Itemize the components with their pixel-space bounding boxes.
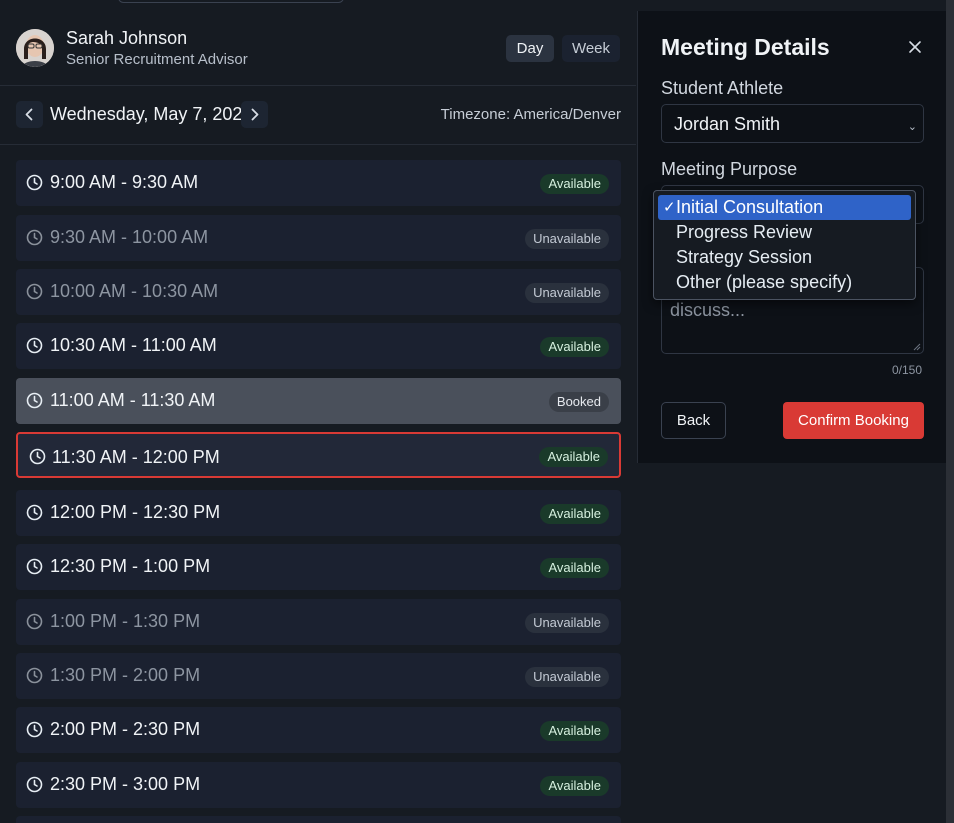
purpose-option[interactable]: Other (please specify) — [658, 270, 911, 295]
time-slot[interactable]: 2:30 PM - 3:00 PM Available — [16, 762, 621, 808]
time-slot: 10:00 AM - 10:30 AM Unavailable — [16, 269, 621, 315]
day-view-button[interactable]: Day — [506, 35, 554, 62]
status-badge: Unavailable — [525, 613, 609, 633]
status-badge: Available — [540, 337, 609, 357]
time-slot[interactable]: 12:00 PM - 12:30 PM Available — [16, 490, 621, 536]
status-badge: Unavailable — [525, 283, 609, 303]
clock-icon — [26, 558, 43, 575]
timezone-label: Timezone: America/Denver — [440, 106, 621, 123]
clock-icon — [26, 174, 43, 191]
close-button[interactable] — [906, 38, 924, 56]
slot-time: 11:00 AM - 11:30 AM — [50, 390, 216, 410]
purpose-option[interactable]: Progress Review — [658, 220, 911, 245]
purpose-option[interactable]: ✓ Initial Consultation — [658, 195, 911, 220]
slot-time: 12:00 PM - 12:30 PM — [50, 502, 221, 522]
clock-icon — [26, 613, 43, 630]
user-name: Sarah Johnson — [66, 28, 188, 48]
clock-icon — [26, 337, 43, 354]
time-slot: 9:30 AM - 10:00 AM Unavailable — [16, 215, 621, 261]
chevron-left-icon — [25, 108, 33, 121]
notes-placeholder: discuss... — [670, 300, 746, 320]
slot-time: 11:30 AM - 12:00 PM — [52, 447, 220, 467]
slot-time: 2:30 PM - 3:00 PM — [50, 774, 201, 794]
next-day-button[interactable] — [241, 101, 268, 128]
close-icon — [909, 41, 921, 53]
status-badge: Available — [540, 721, 609, 741]
checkmark-icon: ✓ — [663, 199, 676, 216]
meeting-purpose-label: Meeting Purpose — [661, 159, 798, 179]
status-badge: Unavailable — [525, 667, 609, 687]
previous-day-button[interactable] — [16, 101, 43, 128]
clock-icon — [29, 448, 46, 465]
slot-time: 2:00 PM - 2:30 PM — [50, 719, 201, 739]
panel-title: Meeting Details — [661, 34, 830, 60]
resize-grip-icon[interactable] — [913, 343, 921, 351]
time-slot[interactable]: 12:30 PM - 1:00 PM Available — [16, 544, 621, 590]
student-athlete-value: Jordan Smith — [674, 114, 781, 134]
clock-icon — [26, 721, 43, 738]
student-athlete-select[interactable]: Jordan Smith ⌄ — [661, 104, 924, 143]
time-slot[interactable]: 2:00 PM - 2:30 PM Available — [16, 707, 621, 753]
clock-icon — [26, 504, 43, 521]
header: Sarah Johnson Senior Recruitment Advisor… — [0, 0, 636, 86]
chevron-right-icon — [251, 108, 259, 121]
clock-icon — [26, 229, 43, 246]
status-badge: Unavailable — [525, 229, 609, 249]
status-badge: Available — [540, 776, 609, 796]
date-navigation: Wednesday, May 7, 2025 Timezone: America… — [0, 86, 636, 145]
clock-icon — [26, 283, 43, 300]
status-badge: Available — [540, 504, 609, 524]
chevron-down-icon: ⌄ — [907, 121, 917, 133]
status-badge: Available — [539, 447, 608, 467]
time-slot: 1:00 PM - 1:30 PM Unavailable — [16, 599, 621, 645]
slot-time: 9:00 AM - 9:30 AM — [50, 172, 199, 192]
slot-time: 1:30 PM - 2:00 PM — [50, 665, 201, 685]
time-slot: 1:30 PM - 2:00 PM Unavailable — [16, 653, 621, 699]
time-slot[interactable]: 10:30 AM - 11:00 AM Available — [16, 323, 621, 369]
clock-icon — [26, 667, 43, 684]
back-button[interactable]: Back — [661, 402, 726, 439]
purpose-option[interactable]: Strategy Session — [658, 245, 911, 270]
clock-icon — [26, 392, 43, 409]
slot-time: 10:00 AM - 10:30 AM — [50, 281, 219, 301]
character-counter: 0/150 — [892, 363, 923, 377]
time-slot[interactable]: 11:30 AM - 12:00 PM Available — [16, 432, 621, 478]
clock-icon — [26, 776, 43, 793]
slot-time: 12:30 PM - 1:00 PM — [50, 556, 211, 576]
meeting-purpose-dropdown: ✓ Initial Consultation Progress Review S… — [653, 190, 916, 300]
user-role: Senior Recruitment Advisor — [66, 51, 248, 68]
avatar — [16, 29, 54, 67]
status-badge: Available — [540, 558, 609, 578]
confirm-booking-button[interactable]: Confirm Booking — [783, 402, 924, 439]
scrollbar[interactable] — [946, 0, 954, 823]
time-slot: 11:00 AM - 11:30 AM Booked — [16, 378, 621, 424]
week-view-button[interactable]: Week — [562, 35, 620, 62]
time-slot[interactable]: 9:00 AM - 9:30 AM Available — [16, 160, 621, 206]
slot-time: 9:30 AM - 10:00 AM — [50, 227, 209, 247]
slot-time: 10:30 AM - 11:00 AM — [50, 335, 217, 355]
student-athlete-label: Student Athlete — [661, 78, 784, 98]
status-badge: Booked — [548, 392, 609, 412]
current-date: Wednesday, May 7, 2025 — [50, 104, 253, 124]
time-slot-partial[interactable] — [16, 816, 621, 823]
slot-time: 1:00 PM - 1:30 PM — [50, 611, 201, 631]
status-badge: Available — [540, 174, 609, 194]
